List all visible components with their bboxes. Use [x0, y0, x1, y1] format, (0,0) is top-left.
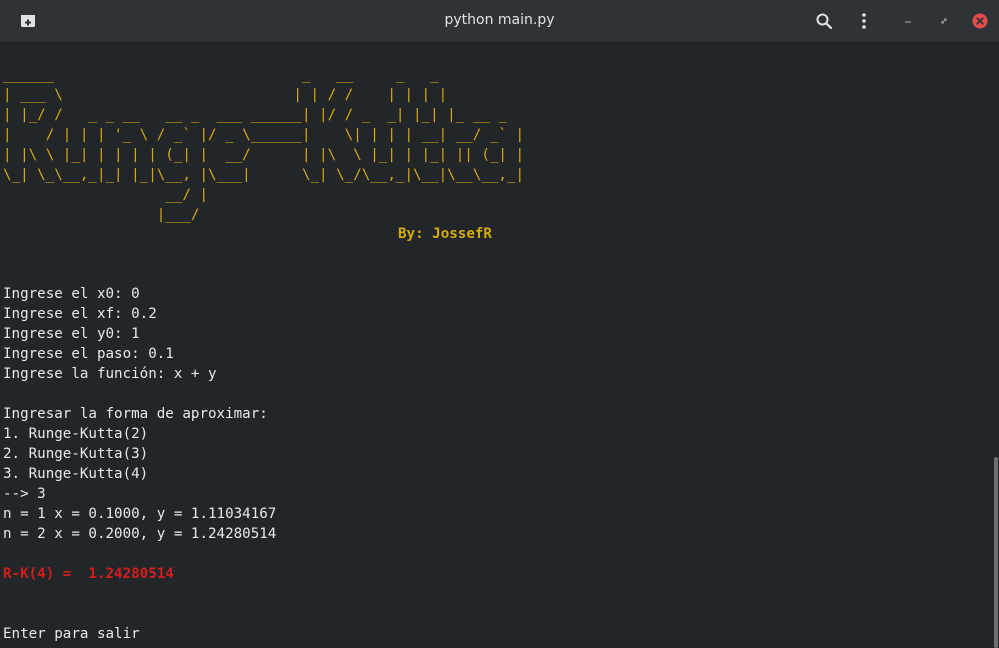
window-title: python main.py [444, 12, 555, 28]
input-line-function: Ingrese la función: x + y [3, 366, 217, 382]
menu-option: 3. Runge-Kutta(4) [3, 466, 149, 482]
terminal-output[interactable]: ______ _ __ _ _ | ___ \ | | / / | | | | … [0, 43, 992, 648]
input-line-x0: Ingrese el x0: 0 [3, 286, 140, 302]
input-line-xf: Ingrese el xf: 0.2 [3, 306, 157, 322]
author-byline: By: JossefR [398, 226, 492, 242]
menu-option: 1. Runge-Kutta(2) [3, 426, 149, 442]
input-line-y0: Ingrese el y0: 1 [3, 326, 140, 342]
iteration-line: n = 2 x = 0.2000, y = 1.24280514 [3, 526, 277, 542]
result-line: R-K(4) = 1.24280514 [3, 566, 174, 582]
banner-line: __/ | [3, 187, 208, 203]
search-icon[interactable] [814, 11, 834, 31]
input-line-step: Ingrese el paso: 0.1 [3, 346, 174, 362]
menu-kebab-icon[interactable] [854, 11, 874, 31]
menu-prompt: Ingresar la forma de aproximar: [3, 406, 268, 422]
iteration-line: n = 1 x = 0.1000, y = 1.11034167 [3, 506, 277, 522]
exit-prompt: Enter para salir [3, 626, 140, 642]
close-icon[interactable] [970, 11, 990, 31]
banner-line: | |_/ / _ _ __ __ _ ___ ______| |/ / _ _… [3, 107, 507, 123]
maximize-icon[interactable] [934, 11, 954, 31]
banner-line: | ___ \ | | / / | | | | [3, 87, 448, 103]
window-titlebar: python main.py [0, 0, 999, 43]
banner-line: \_| \_\__,_|_| |_|\__, |\___| \_| \_/\__… [3, 167, 525, 183]
menu-choice: --> 3 [3, 486, 46, 502]
banner-line: ______ _ __ _ _ [3, 67, 439, 83]
banner-line: | / | | | '_ \ / _` |/ _ \______| \| | |… [3, 127, 525, 143]
minimize-icon[interactable] [898, 11, 918, 31]
banner-line: | |\ \ |_| | | | | (_| | __/ | |\ \ |_| … [3, 147, 525, 163]
banner-line: |___/ [3, 207, 200, 223]
menu-option: 2. Runge-Kutta(3) [3, 446, 149, 462]
scrollbar-thumb[interactable] [994, 457, 998, 648]
